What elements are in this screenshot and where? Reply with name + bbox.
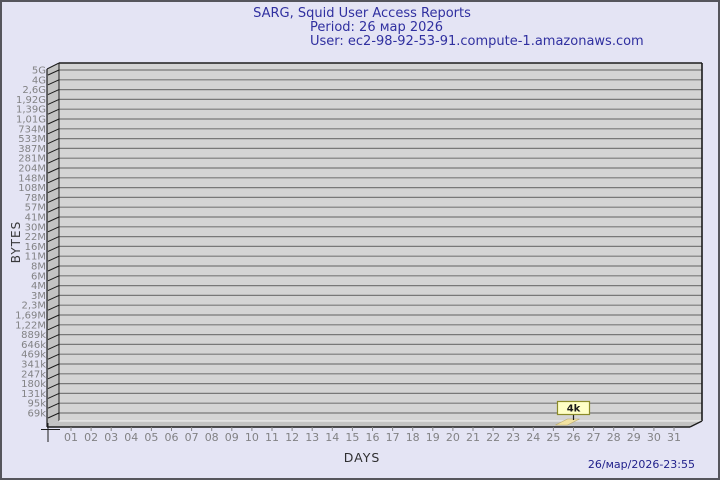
x-tick-label: 01	[64, 431, 78, 444]
x-tick-label: 13	[305, 431, 319, 444]
plot-left-face	[47, 63, 59, 427]
x-tick-label: 06	[165, 431, 179, 444]
x-tick-label: 16	[366, 431, 380, 444]
y-axis-title: BYTES	[9, 220, 23, 264]
x-tick-label: 05	[144, 431, 158, 444]
x-tick-label: 14	[325, 431, 339, 444]
sarg-report-page: SARG, Squid User Access Reports Period: …	[0, 0, 720, 480]
value-flag-label: 4k	[567, 404, 581, 415]
x-tick-label: 03	[104, 431, 118, 444]
x-tick-label: 04	[124, 431, 138, 444]
x-tick-label: 20	[446, 431, 460, 444]
x-tick-label: 22	[486, 431, 500, 444]
x-tick-label: 10	[245, 431, 259, 444]
x-tick-label: 24	[526, 431, 540, 444]
x-tick-label: 23	[506, 431, 520, 444]
y-tick-label: 69k	[27, 409, 46, 420]
plot-bottom-face	[47, 421, 702, 427]
x-tick-label: 31	[667, 431, 681, 444]
x-tick-label: 08	[205, 431, 219, 444]
x-tick-label: 09	[225, 431, 239, 444]
x-tick-label: 21	[466, 431, 480, 444]
chart-canvas: 5G4G2,6G1,92G1,39G1,01G734M533M387M281M2…	[15, 62, 703, 444]
x-tick-label: 29	[627, 431, 641, 444]
plot-front-face	[59, 63, 702, 421]
x-tick-label: 26	[567, 431, 581, 444]
x-tick-label: 07	[185, 431, 199, 444]
x-tick-label: 02	[84, 431, 98, 444]
x-tick-label: 27	[587, 431, 601, 444]
x-tick-label: 28	[607, 431, 621, 444]
x-tick-label: 18	[406, 431, 420, 444]
x-tick-label: 25	[546, 431, 560, 444]
x-tick-label: 17	[386, 431, 400, 444]
x-tick-label: 12	[285, 431, 299, 444]
generated-timestamp: 26/мар/2026-23:55	[587, 458, 695, 471]
x-tick-label: 19	[426, 431, 440, 444]
x-tick-label: 11	[265, 431, 279, 444]
x-tick-label: 30	[647, 431, 661, 444]
x-tick-label: 15	[345, 431, 359, 444]
